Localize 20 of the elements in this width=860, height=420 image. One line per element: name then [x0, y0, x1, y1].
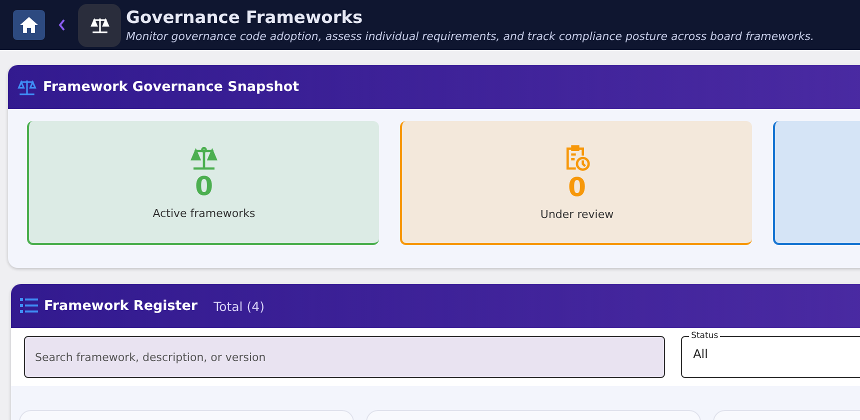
stat-value: 0 — [568, 172, 586, 202]
panel-title: Framework Register — [44, 298, 198, 314]
home-button[interactable] — [13, 10, 45, 40]
status-value: All — [693, 347, 709, 361]
home-icon — [19, 16, 39, 34]
stat-label: Active frameworks — [152, 206, 256, 220]
search-field[interactable]: Search framework, description, or version — [24, 336, 666, 378]
status-label: Status — [690, 331, 720, 341]
page-title: Governance Frameworks — [126, 8, 364, 28]
scales-icon — [90, 16, 110, 34]
page-subtitle: Monitor governance code adoption, assess individual requirements, and track compliance posture across board frameworks. — [126, 30, 814, 42]
stat-label: Under review — [540, 208, 614, 220]
total-count: Total (4) — [214, 298, 264, 314]
list-icon — [20, 298, 38, 314]
stat-value: 0 — [194, 172, 214, 202]
status-select[interactable]: Status All — [681, 331, 860, 378]
scales-icon — [190, 144, 218, 170]
chevron-left-icon — [58, 19, 66, 31]
scales-icon — [17, 78, 37, 96]
panel-title: Framework Governance Snapshot — [43, 79, 300, 95]
